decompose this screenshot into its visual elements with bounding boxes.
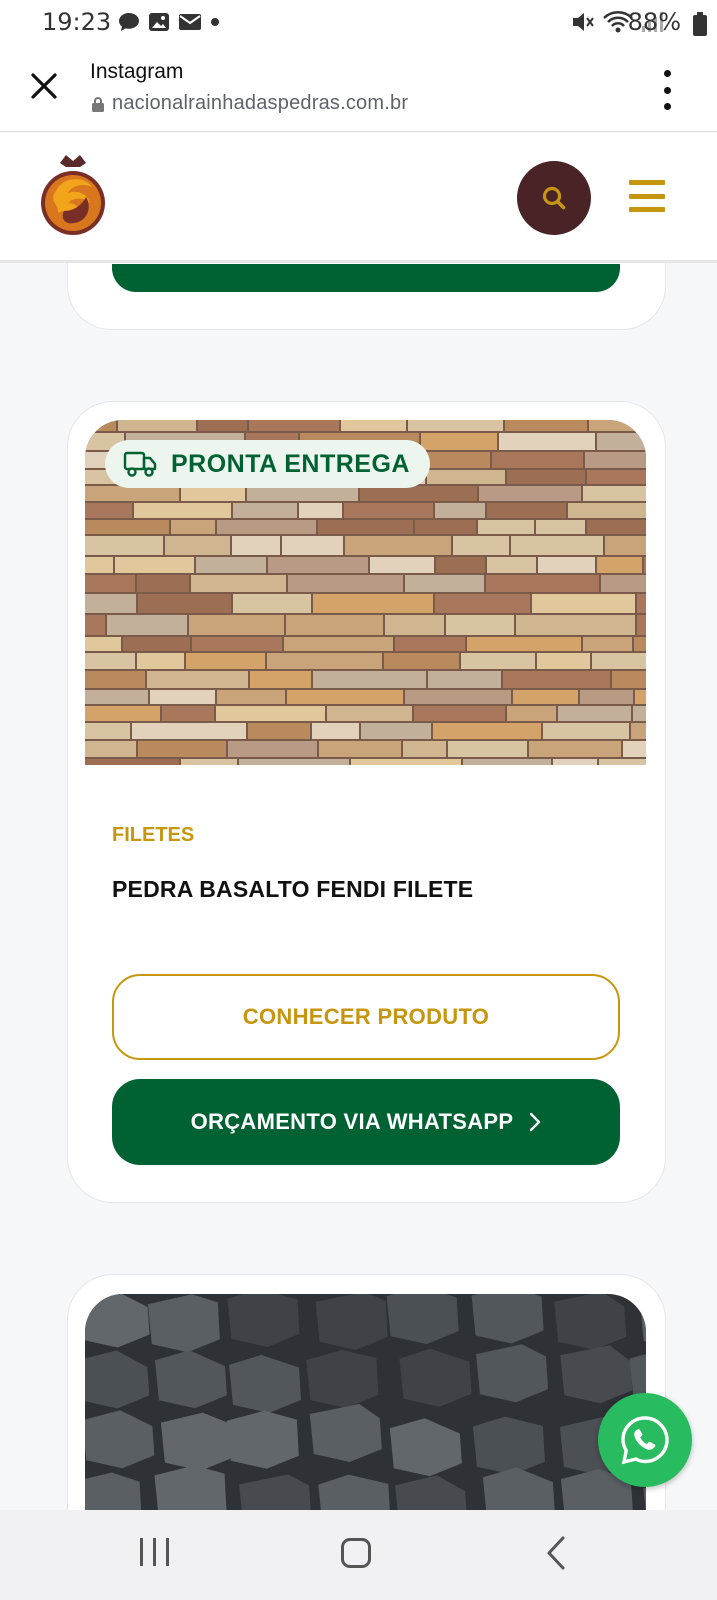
close-icon (31, 73, 57, 99)
browser-bar: Instagram nacionalrainhadaspedras.com.br (0, 46, 717, 132)
mute-icon (573, 13, 594, 31)
image-icon (149, 13, 169, 31)
close-button[interactable] (26, 68, 62, 104)
whatsapp-quote-button[interactable]: ORÇAMENTO VIA WHATSAPP (112, 1079, 620, 1165)
dot-icon (211, 18, 219, 26)
granite-stone-image (85, 1294, 646, 1514)
chat-bubble-icon (119, 13, 139, 31)
lock-icon (92, 97, 104, 112)
recent-bar (166, 1538, 169, 1566)
ready-delivery-badge: PRONTA ENTREGA (105, 440, 430, 488)
status-time: 19:23 (42, 8, 112, 36)
hamburger-line (629, 193, 665, 199)
search-icon (542, 186, 566, 210)
home-icon[interactable] (341, 1538, 371, 1568)
delivery-truck-icon (123, 451, 157, 477)
site-header (0, 133, 717, 263)
whatsapp-quote-label: ORÇAMENTO VIA WHATSAPP (190, 1109, 514, 1134)
previous-card-button[interactable] (112, 264, 620, 292)
kebab-dot (663, 70, 671, 77)
notification-icons (118, 12, 220, 32)
status-bar: 19:23 88% (0, 0, 717, 46)
browser-url[interactable]: nacionalrainhadaspedras.com.br (112, 92, 408, 115)
product-name[interactable]: PEDRA BASALTO FENDI FILETE (112, 876, 473, 903)
page: 19:23 88% Instagram nacionalrainhadasped… (0, 0, 717, 1600)
whatsapp-floating-button[interactable] (598, 1393, 692, 1487)
view-product-button[interactable]: CONHECER PRODUTO (112, 974, 620, 1060)
mail-icon (179, 14, 201, 30)
badge-label: PRONTA ENTREGA (171, 449, 410, 478)
search-button[interactable] (517, 161, 591, 235)
whatsapp-icon (621, 1416, 669, 1465)
android-nav-bar (0, 1510, 717, 1600)
browser-title: Instagram (90, 60, 184, 83)
back-icon[interactable] (546, 1536, 566, 1570)
kebab-dot (663, 103, 671, 110)
recent-bar (153, 1538, 156, 1566)
kebab-menu-button[interactable] (657, 70, 677, 110)
hamburger-line (629, 180, 665, 185)
kebab-dot (663, 86, 671, 94)
battery-level: 88% (627, 8, 681, 36)
hamburger-menu-button[interactable] (629, 180, 665, 212)
product-category[interactable]: FILETES (112, 824, 194, 847)
recent-bar (140, 1538, 143, 1566)
recent-apps-icon[interactable] (140, 1538, 169, 1566)
rainha-das-pedras-logo[interactable] (34, 151, 112, 237)
battery-icon (693, 12, 707, 36)
hamburger-line (629, 207, 665, 212)
next-product-image[interactable] (85, 1294, 646, 1514)
view-product-label: CONHECER PRODUTO (242, 1004, 490, 1029)
chevron-right-icon (530, 1112, 541, 1132)
